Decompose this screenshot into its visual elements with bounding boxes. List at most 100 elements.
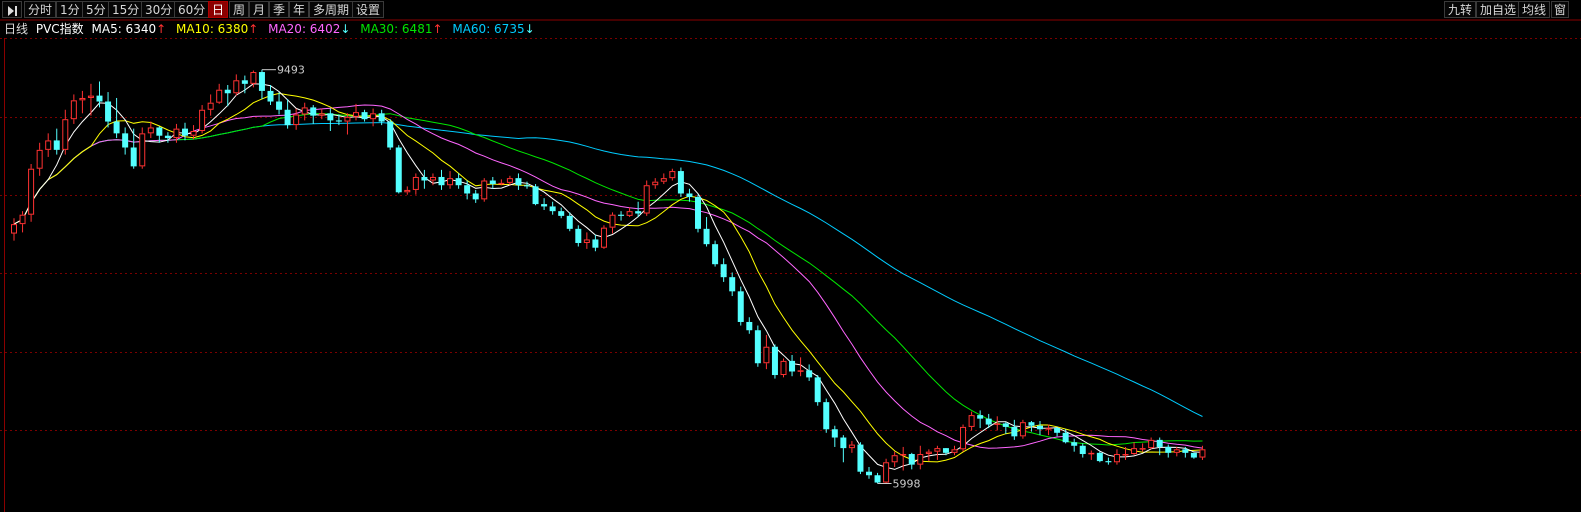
candle [917,445,924,470]
candle [1079,443,1086,458]
candle [934,445,941,460]
candle [609,212,616,234]
window-button[interactable]: 窗 [1551,1,1570,18]
candle [652,178,659,189]
candle [891,451,898,467]
settings-button[interactable]: 设置 [352,1,385,18]
candle [233,74,240,96]
candle [481,178,488,202]
candle [28,164,35,222]
candle [806,364,813,381]
period-tab-1min[interactable]: 1分 [56,1,84,18]
period-tab-60min[interactable]: 60分 [174,1,210,18]
candle [11,218,17,241]
ma10-legend: MA10: 6380↑ [175,22,259,36]
indicator-legend: 日线 PVC指数 MA5: 6340↑ MA10: 6380↑ MA20: 64… [4,21,539,37]
candle [404,186,411,195]
candle [1105,457,1112,465]
max-price-label: 9493 [277,64,305,77]
period-tab-multi[interactable]: 多周期 [309,1,354,18]
candle [276,92,283,115]
candle [789,354,796,377]
add-watchlist-button[interactable]: 加自选 [1476,1,1521,18]
candle [224,85,231,107]
period-tab-day[interactable]: 日 [208,1,229,18]
candle [164,132,171,143]
candle [994,416,1001,431]
candle [96,81,103,108]
candle [412,173,419,195]
candle [173,123,180,143]
period-tab-30min[interactable]: 30分 [141,1,177,18]
period-tab-5min[interactable]: 5分 [82,1,110,18]
candle [857,442,864,475]
candle [156,126,163,143]
candle [147,121,154,139]
candle [1139,443,1146,452]
candle [951,445,958,456]
candle [438,169,445,190]
candle [960,424,967,452]
candle [703,217,710,247]
candle [618,211,625,221]
candle [216,83,223,104]
candle [524,181,530,189]
ma5-legend: MA5: 6340↑ [91,22,167,36]
period-tab-15min[interactable]: 15分 [108,1,144,18]
candle [344,113,351,135]
candle [968,411,975,431]
candle [130,128,137,169]
candle [883,458,890,484]
candle [925,449,932,462]
candle [558,207,565,219]
candle [353,103,359,121]
candle [1062,429,1069,444]
candlestick-chart[interactable]: 9493 5998 [0,0,1581,512]
candle [472,189,479,203]
candle [1122,446,1129,460]
candle [53,128,60,155]
period-tab-quarter[interactable]: 季 [269,1,290,18]
candle [361,109,368,122]
candle [866,466,872,479]
candle [1028,421,1035,432]
candle [1096,451,1103,463]
candle [1182,446,1189,458]
candle [318,108,325,120]
period-tab-month[interactable]: 月 [249,1,270,18]
ma10-line [13,92,1203,463]
candle [635,201,642,218]
candle [36,142,43,176]
period-tab-week[interactable]: 周 [229,1,250,18]
collapse-panel-icon[interactable] [2,1,22,18]
candle [583,232,590,249]
candle [840,435,847,463]
candle [900,446,907,471]
candle [241,75,248,94]
candle [207,94,214,116]
candle [1173,446,1180,457]
candle [677,167,684,198]
candle [814,375,821,406]
candle [267,85,274,106]
candle [1071,438,1078,452]
candle [19,211,26,233]
candle [250,70,257,88]
ma60-line [13,122,1203,417]
period-label: 日线 [4,22,29,36]
candle [1113,449,1120,465]
period-tab-timeshare[interactable]: 分时 [24,1,57,18]
candle [1148,437,1155,450]
candle [429,173,436,186]
ma30-legend: MA30: 6481↑ [360,22,443,36]
candle [532,184,539,206]
candle [686,188,693,202]
candle [139,127,146,169]
nine-turn-button[interactable]: 九转 [1444,1,1477,18]
instrument-name: PVC指数 [35,22,84,36]
candle [79,90,86,114]
candle [464,180,471,200]
ma-lines-button[interactable]: 均线 [1518,1,1551,18]
period-tab-year[interactable]: 年 [289,1,310,18]
candle [199,105,206,134]
